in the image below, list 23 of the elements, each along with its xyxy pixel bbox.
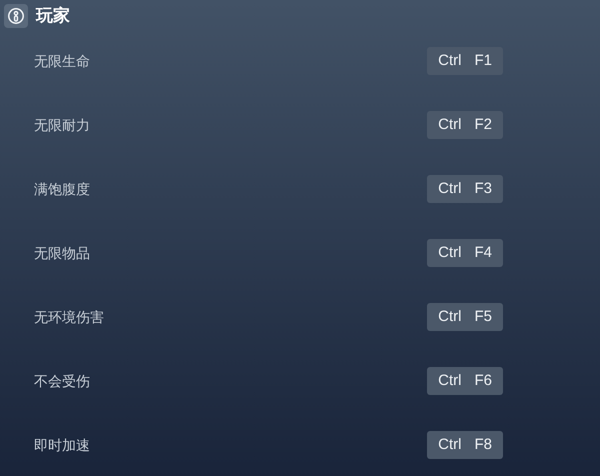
key-label: Ctrl bbox=[438, 242, 462, 263]
cheat-label: 不会受伤 bbox=[34, 372, 90, 390]
key-label: Ctrl bbox=[438, 114, 462, 135]
cheat-label: 无限物品 bbox=[34, 244, 90, 262]
cheat-label: 满饱腹度 bbox=[34, 180, 90, 198]
key-label: F2 bbox=[474, 114, 492, 135]
key-label: F3 bbox=[474, 178, 492, 199]
person-icon bbox=[4, 4, 28, 28]
cheat-label: 无限生命 bbox=[34, 52, 90, 70]
cheat-label: 无限耐力 bbox=[34, 116, 90, 134]
key-label: Ctrl bbox=[438, 178, 462, 199]
cheat-label: 无环境伤害 bbox=[34, 308, 104, 326]
key-label: F8 bbox=[474, 434, 492, 455]
key-label: Ctrl bbox=[438, 370, 462, 391]
key-label: F6 bbox=[474, 370, 492, 391]
key-label: F4 bbox=[474, 242, 492, 263]
key-label: Ctrl bbox=[438, 434, 462, 455]
key-label: F1 bbox=[474, 50, 492, 71]
cheat-label: 即时加速 bbox=[34, 436, 90, 454]
section-title: 玩家 bbox=[36, 5, 70, 27]
key-label: Ctrl bbox=[438, 306, 462, 327]
key-label: Ctrl bbox=[438, 50, 462, 71]
key-label: F5 bbox=[474, 306, 492, 327]
